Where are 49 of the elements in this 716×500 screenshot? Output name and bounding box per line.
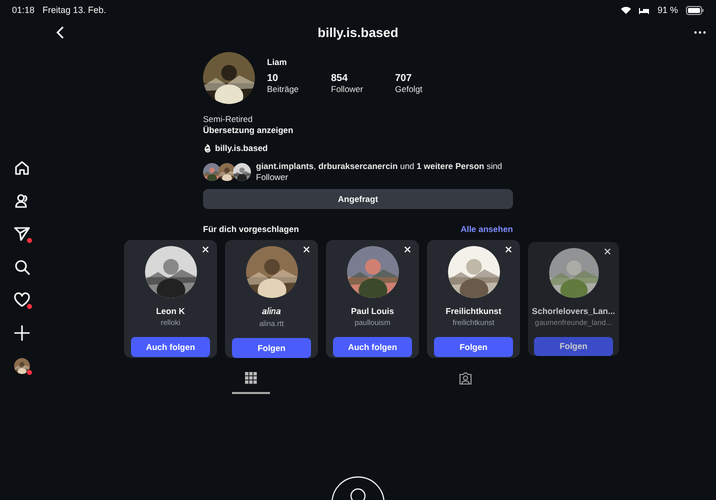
profile-username: billy.is.based [316,24,400,40]
plus-icon[interactable] [14,325,30,342]
close-icon[interactable] [604,248,611,256]
followed-by-text: giant.implants, drburaksercanercin und 1 weitere Person sind Follower [256,161,504,184]
follow-button[interactable]: Folgen [434,337,513,358]
suggestion-name: Paul Louis [351,306,394,316]
stat-label: Beiträge [267,84,300,94]
suggestion-name: 𝑎𝑙𝑖𝑛𝑎 [262,306,281,318]
requested-button[interactable]: Angefragt [203,189,513,210]
suggestions-title: Für dich vorgeschlagen [203,224,299,234]
see-all-link[interactable]: Alle ansehen [460,224,513,234]
stat-value: 854 [331,73,349,84]
translate-link[interactable]: Übersetzung anzeigen [203,125,513,135]
follow-button[interactable]: Folgen [232,338,311,358]
follow-button[interactable]: Auch folgen [333,337,412,358]
grid-tab[interactable] [232,372,270,394]
heart-icon[interactable] [14,292,30,308]
follow-button[interactable]: Auch folgen [131,337,210,358]
close-icon[interactable] [505,246,512,254]
profile-name: Liam [267,57,288,67]
grid-icon [245,372,257,384]
wifi-icon [621,6,632,14]
more-icon[interactable] [694,30,706,34]
stat-value: 10 [267,73,280,84]
suggestion-name: Schorlelovers_Lan... [532,306,616,316]
tagged-person-icon [458,372,472,386]
send-icon[interactable] [14,226,30,242]
home-icon[interactable] [14,160,30,176]
follow-button[interactable]: Folgen [534,336,613,356]
profile-avatar[interactable] [14,358,30,374]
stat-label: Gefolgt [395,84,424,94]
close-icon[interactable] [303,246,310,254]
threads-icon [203,144,212,152]
search-icon[interactable] [14,259,30,276]
close-icon[interactable] [404,246,411,254]
battery-percentage: 91 % [657,5,678,15]
stat-value: 707 [395,73,413,84]
bio-text: Semi-Retired [203,114,254,124]
status-time: 01:18 [12,5,35,15]
battery-icon [686,6,704,14]
close-icon[interactable] [202,246,209,254]
back-icon[interactable] [56,26,64,38]
stat-label: Follower [331,84,364,94]
status-date: Freitag 13. Feb. [42,5,106,15]
bed-icon [639,6,650,14]
suggestion-name: Leon K [156,306,185,316]
threads-link[interactable]: billy.is.based [215,143,268,153]
people-icon[interactable] [14,193,30,210]
suggestion-name: Freilichtkunst [446,306,502,316]
